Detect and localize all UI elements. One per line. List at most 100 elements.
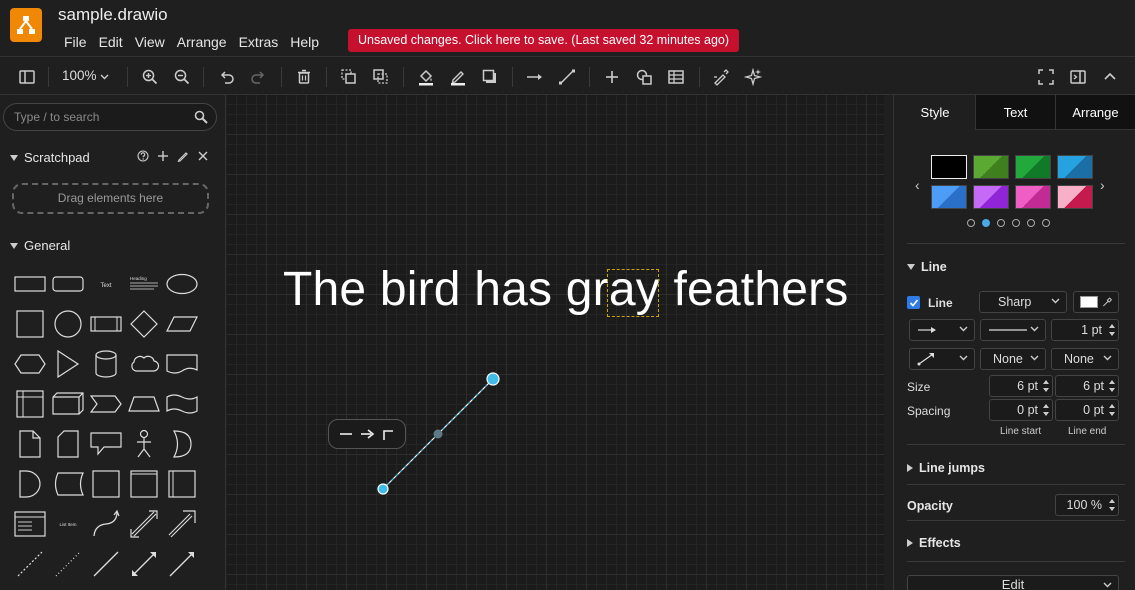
close-icon[interactable] <box>196 149 209 162</box>
triangle-shape[interactable] <box>49 345 87 383</box>
square-outline-shape[interactable] <box>87 465 125 503</box>
edit-style-dropdown[interactable]: Edit <box>907 575 1119 590</box>
rounded-rectangle-shape[interactable] <box>49 265 87 303</box>
style-swatch[interactable] <box>1015 155 1051 179</box>
add-icon[interactable] <box>156 149 169 162</box>
cube-shape[interactable] <box>49 385 87 423</box>
menu-help[interactable]: Help <box>284 32 325 52</box>
previous-swatches-icon[interactable]: ‹ <box>915 177 920 193</box>
parallelogram-shape[interactable] <box>163 305 201 343</box>
line-shape[interactable] <box>87 545 125 583</box>
textbox-shape[interactable]: Heading <box>125 265 163 303</box>
dotted-line-shape[interactable] <box>49 545 87 583</box>
help-icon[interactable] <box>136 149 149 162</box>
callout-shape[interactable] <box>87 425 125 463</box>
stepper-arrows-icon[interactable] <box>1108 378 1116 394</box>
effects-header[interactable]: Effects <box>907 536 961 550</box>
line-color-button[interactable] <box>447 66 469 88</box>
waypoints-button[interactable] <box>556 66 578 88</box>
line-color-picker[interactable] <box>1073 291 1119 313</box>
shapes-button[interactable] <box>633 66 655 88</box>
style-swatch[interactable] <box>931 185 967 209</box>
style-swatch[interactable] <box>973 155 1009 179</box>
line-jumps-header[interactable]: Line jumps <box>907 461 985 475</box>
shape-search-input[interactable] <box>14 110 184 124</box>
tab-arrange[interactable]: Arrange <box>1055 95 1135 130</box>
container-shape[interactable] <box>125 465 163 503</box>
generate-button[interactable] <box>742 66 764 88</box>
document-title[interactable]: sample.drawio <box>58 5 168 25</box>
end-arrow-select[interactable]: None <box>1051 348 1119 370</box>
arrow-shape[interactable] <box>163 505 201 543</box>
menu-arrange[interactable]: Arrange <box>171 32 233 52</box>
swatch-page-dot[interactable] <box>1012 219 1020 227</box>
style-swatch[interactable] <box>1057 185 1093 209</box>
arrow-style-icon[interactable] <box>358 425 376 443</box>
menu-file[interactable]: File <box>58 32 93 52</box>
edit-style-button[interactable] <box>710 66 732 88</box>
circle-shape[interactable] <box>49 305 87 343</box>
zoom-out-button[interactable] <box>171 66 193 88</box>
swatch-page-dot-active[interactable] <box>982 219 990 227</box>
waypoint-style-select[interactable] <box>909 348 975 370</box>
delay-shape[interactable] <box>11 465 49 503</box>
scratchpad-header[interactable]: Scratchpad <box>10 150 90 165</box>
square-shape[interactable] <box>11 305 49 343</box>
curve-shape[interactable] <box>87 505 125 543</box>
end-size-field[interactable]: 6 pt <box>1055 375 1119 397</box>
step-shape[interactable] <box>87 385 125 423</box>
swatch-page-dot[interactable] <box>1027 219 1035 227</box>
scratchpad-dropzone[interactable]: Drag elements here <box>12 183 209 214</box>
text-shape[interactable]: Text <box>87 265 125 303</box>
line-checkbox[interactable] <box>907 296 920 309</box>
search-icon[interactable] <box>194 110 208 129</box>
stepper-arrows-icon[interactable] <box>1108 497 1116 513</box>
edge-start-handle[interactable] <box>377 483 389 495</box>
style-swatch[interactable] <box>973 185 1009 209</box>
dashed-line-shape[interactable] <box>11 545 49 583</box>
stepper-arrows-icon[interactable] <box>1108 322 1116 338</box>
cloud-shape[interactable] <box>125 345 163 383</box>
general-header[interactable]: General <box>10 238 70 253</box>
collapse-button[interactable] <box>1099 66 1121 88</box>
connector-arrow-select[interactable] <box>909 319 975 341</box>
cylinder-shape[interactable] <box>87 345 125 383</box>
insert-button[interactable] <box>601 66 623 88</box>
tape-shape[interactable] <box>163 385 201 423</box>
zoom-in-button[interactable] <box>139 66 161 88</box>
tab-style[interactable]: Style <box>895 95 975 130</box>
redo-button[interactable] <box>247 66 269 88</box>
note-shape[interactable] <box>11 425 49 463</box>
tab-text[interactable]: Text <box>975 95 1055 130</box>
ellipse-shape[interactable] <box>163 265 201 303</box>
edit-pencil-icon[interactable] <box>176 149 189 162</box>
toggle-format-panel-button[interactable] <box>1067 66 1089 88</box>
list-item-shape[interactable]: List Item <box>49 505 87 543</box>
style-swatch[interactable] <box>1057 155 1093 179</box>
swatch-page-dot[interactable] <box>1042 219 1050 227</box>
stepper-arrows-icon[interactable] <box>1108 402 1116 418</box>
stepper-arrows-icon[interactable] <box>1042 378 1050 394</box>
line-width-field[interactable]: 1 pt <box>1051 319 1119 341</box>
shadow-button[interactable] <box>479 66 501 88</box>
format-panel-toggle-button[interactable] <box>16 66 38 88</box>
internal-storage-shape[interactable] <box>11 385 49 423</box>
fullscreen-button[interactable] <box>1035 66 1057 88</box>
table-button[interactable] <box>665 66 687 88</box>
orthogonal-edge-icon[interactable] <box>379 425 397 443</box>
line-style-icon[interactable] <box>337 425 355 443</box>
to-front-button[interactable] <box>338 66 360 88</box>
menu-extras[interactable]: Extras <box>233 32 285 52</box>
document-shape[interactable] <box>163 345 201 383</box>
undo-button[interactable] <box>216 66 238 88</box>
actor-shape[interactable] <box>125 425 163 463</box>
directional-line-shape[interactable] <box>163 545 201 583</box>
swatch-page-dot[interactable] <box>967 219 975 227</box>
line-style-select[interactable]: Sharp <box>979 291 1067 313</box>
or-shape[interactable] <box>163 425 201 463</box>
process-shape[interactable] <box>87 305 125 343</box>
zoom-dropdown[interactable]: 100% <box>62 68 109 83</box>
unsaved-changes-button[interactable]: Unsaved changes. Click here to save. (La… <box>348 29 740 52</box>
opacity-field[interactable]: 100 % <box>1055 494 1119 516</box>
data-storage-shape[interactable] <box>49 465 87 503</box>
